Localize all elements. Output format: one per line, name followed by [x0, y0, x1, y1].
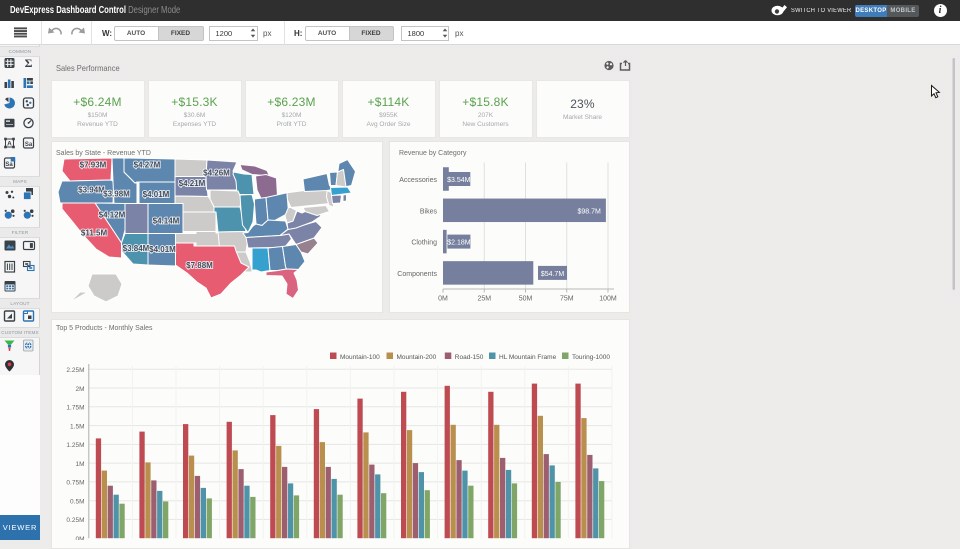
svg-text:100M: 100M [599, 296, 617, 303]
svg-text:$3.84M: $3.84M [123, 244, 150, 253]
svg-text:Road-150: Road-150 [455, 354, 484, 361]
svg-text:$3.54M: $3.54M [447, 177, 471, 184]
svg-text:2M: 2M [75, 386, 84, 393]
svg-text:$11.5M: $11.5M [81, 228, 108, 237]
svg-text:50M: 50M [519, 296, 533, 303]
svg-text:0.5M: 0.5M [70, 499, 84, 506]
svg-text:2.25M: 2.25M [66, 367, 84, 374]
svg-text:1.5M: 1.5M [70, 423, 84, 430]
svg-text:0.75M: 0.75M [66, 480, 84, 487]
svg-text:25M: 25M [477, 296, 491, 303]
svg-text:$4.27M: $4.27M [134, 160, 161, 169]
svg-text:A: A [7, 141, 12, 148]
svg-text:Σ: Σ [25, 56, 33, 70]
svg-text:0.25M: 0.25M [66, 517, 84, 524]
svg-text:$98.7M: $98.7M [577, 208, 601, 215]
svg-text:Mountain-200: Mountain-200 [397, 354, 437, 361]
svg-text:Mountain-100: Mountain-100 [340, 354, 380, 361]
svg-text:1.75M: 1.75M [66, 405, 84, 412]
svg-text:1M: 1M [75, 461, 84, 468]
svg-text:Bikes: Bikes [420, 208, 438, 215]
svg-text:$3.98M: $3.98M [103, 189, 130, 198]
svg-text:$2.18M: $2.18M [447, 240, 471, 247]
svg-text:$7.93M: $7.93M [80, 160, 107, 169]
svg-text:Sa: Sa [25, 142, 33, 148]
svg-text:0M: 0M [75, 536, 84, 540]
svg-text:Components: Components [397, 271, 437, 278]
svg-text:Clothing: Clothing [411, 240, 437, 247]
svg-text:$7.88M: $7.88M [186, 261, 213, 270]
svg-text:Touring-1000: Touring-1000 [572, 354, 610, 361]
svg-text:HL Mountain Frame: HL Mountain Frame [499, 354, 557, 361]
svg-text:$54.7M: $54.7M [541, 271, 565, 278]
svg-text:$4.14M: $4.14M [153, 216, 180, 225]
svg-text:$4.26M: $4.26M [203, 168, 230, 177]
svg-text:$4.01M: $4.01M [149, 245, 176, 254]
svg-text:$3.94M: $3.94M [78, 185, 105, 194]
svg-text:1.25M: 1.25M [66, 442, 84, 449]
svg-text:0M: 0M [438, 296, 448, 303]
svg-text:$4.21M: $4.21M [179, 179, 206, 188]
svg-text:$4.01M: $4.01M [143, 190, 170, 199]
svg-text:$4.12M: $4.12M [99, 210, 126, 219]
svg-text:Sa: Sa [5, 162, 13, 168]
svg-text:75M: 75M [560, 296, 574, 303]
svg-text:Accessories: Accessories [399, 177, 437, 184]
